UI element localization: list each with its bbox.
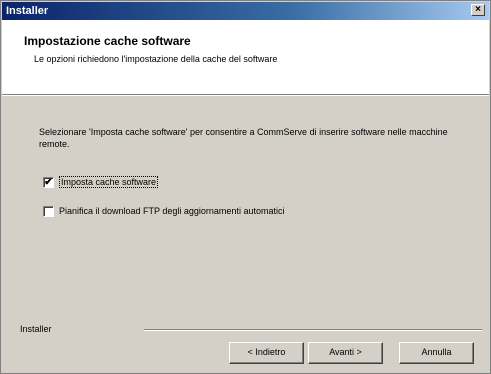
software-cache-checkbox[interactable]: ✔ <box>43 177 54 188</box>
intro-text: Selezionare 'Imposta cache software' per… <box>39 127 448 149</box>
ftp-download-checkbox[interactable] <box>43 206 54 217</box>
title-bar[interactable]: Installer × <box>2 2 489 20</box>
wizard-header: Impostazione cache software Le opzioni r… <box>2 20 489 94</box>
ftp-download-label[interactable]: Pianifica il download FTP degli aggiorna… <box>59 206 284 216</box>
footer-divider <box>144 329 482 331</box>
cancel-button[interactable]: Annulla <box>399 342 474 364</box>
page-title: Impostazione cache software <box>24 34 191 48</box>
close-button[interactable]: × <box>471 4 485 16</box>
footer-brand-label: Installer <box>20 324 52 334</box>
header-divider <box>2 94 489 96</box>
software-cache-label[interactable]: Imposta cache software <box>59 176 159 188</box>
next-button[interactable]: Avanti > <box>308 342 383 364</box>
close-icon: × <box>475 4 481 15</box>
page-description: Le opzioni richiedono l'impostazione del… <box>34 54 278 64</box>
installer-window: Installer × Impostazione cache software … <box>0 0 491 374</box>
back-button[interactable]: < Indietro <box>229 342 304 364</box>
window-title: Installer <box>6 5 49 17</box>
